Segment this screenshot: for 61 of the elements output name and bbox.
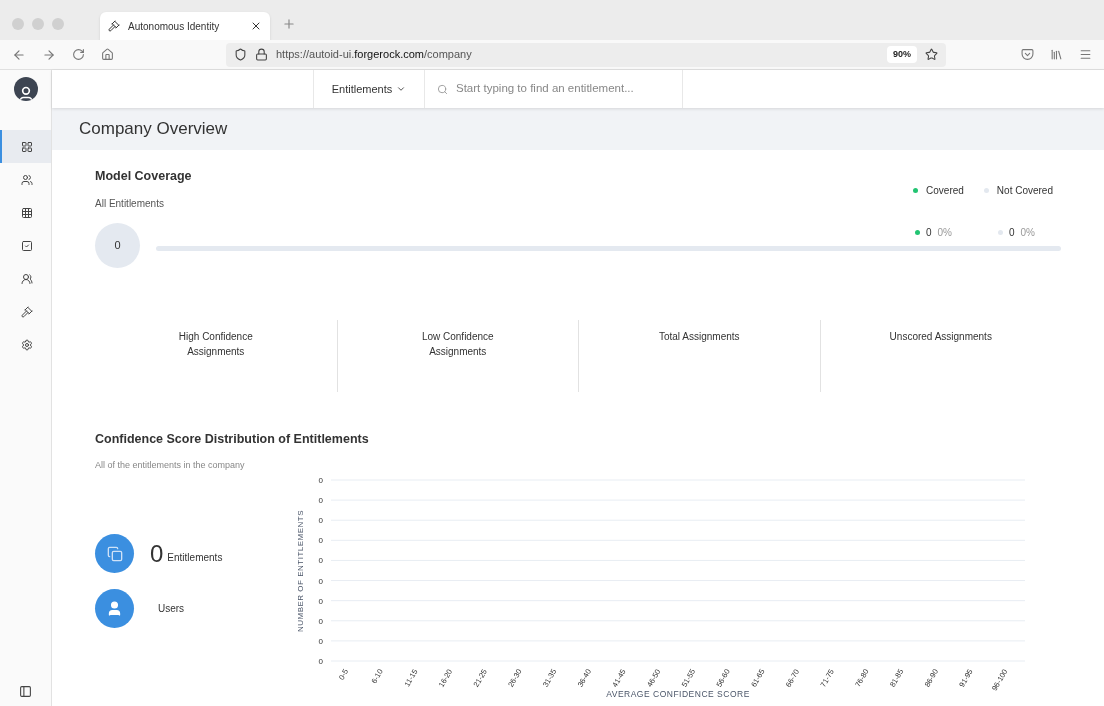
y-tick-label: 0 (318, 657, 323, 666)
close-icon[interactable] (250, 20, 262, 32)
stat-label: High Confidence Assignments (177, 329, 254, 359)
checklist-icon (20, 239, 33, 252)
group-icon (20, 272, 33, 285)
section-title: Confidence Score Distribution of Entitlements (95, 430, 370, 448)
back-icon[interactable] (12, 47, 26, 62)
y-tick-label: 0 (318, 496, 323, 506)
page-title: Company Overview (79, 118, 228, 141)
home-icon[interactable] (101, 48, 114, 61)
y-tick-label: 0 (318, 596, 323, 606)
x-axis-title: AVERAGE CONFIDENCE SCORE (606, 689, 750, 699)
gavel-icon (20, 305, 33, 318)
users-label: Users (158, 602, 185, 616)
reading-percent: 0% (937, 226, 952, 241)
legend-label: Not Covered (996, 183, 1053, 198)
section-subtitle: All of the entitlements in the company (95, 458, 246, 472)
legend-label: Covered (926, 183, 964, 198)
dashboard-icon (20, 140, 33, 153)
search-field[interactable]: Start typing to find an entitlement... (456, 80, 670, 98)
grid-icon (20, 206, 33, 219)
bookmark-icon[interactable] (925, 48, 938, 61)
y-tick-label: 0 (318, 636, 323, 646)
stat-label: Unscored Assignments (888, 329, 993, 344)
reading-value: 0 (925, 226, 932, 241)
y-axis-title: NUMBER OF ENTITLEMENTS (296, 509, 305, 633)
y-tick-label: 0 (318, 476, 323, 485)
zoom-badge[interactable]: 90% (887, 45, 917, 64)
coverage-count: 0 (95, 222, 140, 268)
entitlements-label: Entitlements (167, 551, 223, 565)
url-text: https://autoid-ui.forgerock.com/company (276, 47, 473, 63)
stat-label: Total Assignments (657, 329, 741, 344)
settings-icon (20, 338, 33, 351)
user-badge-icon (95, 589, 134, 628)
y-tick-label: 0 (318, 516, 323, 526)
y-tick-label: 0 (318, 616, 323, 626)
section-title: Model Coverage (95, 168, 192, 185)
y-tick-label: 0 (318, 556, 323, 566)
pocket-icon[interactable] (1021, 48, 1034, 61)
library-icon[interactable] (1050, 48, 1063, 61)
search-icon (437, 83, 448, 95)
browser-tab[interactable]: Autonomous Identity (100, 12, 270, 40)
forward-icon[interactable] (42, 47, 56, 62)
reading-value: 0 (1009, 226, 1015, 241)
y-tick-label: 0 (318, 536, 323, 546)
y-tick-label: 0 (318, 576, 323, 586)
shield-icon (234, 48, 247, 61)
reload-icon[interactable] (72, 48, 85, 61)
sidebar-toggle-icon[interactable] (19, 685, 32, 698)
logo-icon (108, 20, 120, 32)
stat-label: Low Confidence Assignments (420, 329, 495, 359)
avatar[interactable] (13, 77, 38, 101)
lock-icon (255, 48, 268, 61)
reading-percent: 0% (1020, 226, 1035, 241)
menu-icon[interactable] (1079, 48, 1092, 61)
entitlements-count: 0 (150, 541, 164, 566)
address-bar[interactable]: https://autoid-ui.forgerock.com/company 90% (226, 42, 946, 67)
users-icon (20, 173, 33, 186)
section-subtitle: All Entitlements (95, 196, 165, 211)
caret-icon (396, 84, 407, 94)
entitlements-badge-icon (95, 534, 134, 573)
